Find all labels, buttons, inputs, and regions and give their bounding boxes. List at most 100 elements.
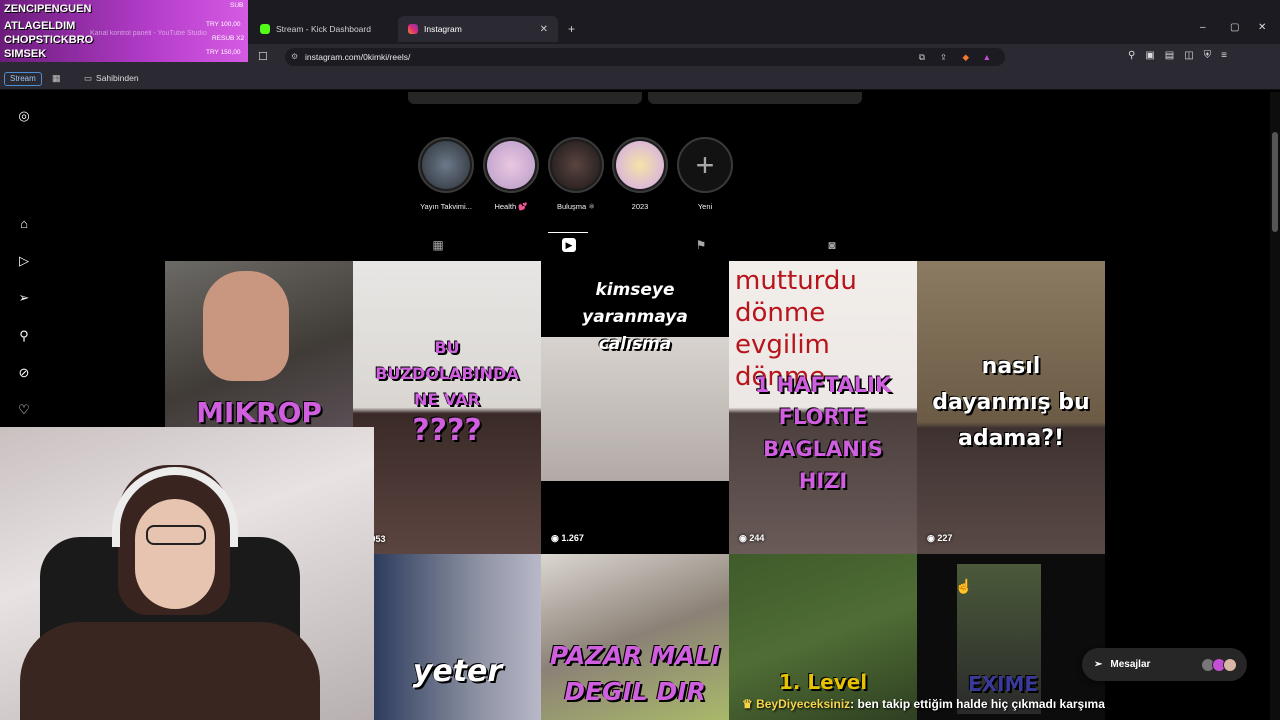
reel-subcaption: ???? bbox=[412, 413, 482, 448]
crown-icon: ♛ bbox=[742, 697, 757, 711]
toolbar-icons[interactable]: ⚲▣▤◫⛨≡ bbox=[1128, 50, 1237, 61]
open-external-icon[interactable]: ⧉ bbox=[919, 48, 925, 66]
highlight-cover bbox=[487, 141, 535, 189]
overlay-faint-text: Kanal kontrol paneli - YouTube Studio bbox=[90, 30, 207, 37]
tab-tagged-icon[interactable]: ◙ bbox=[825, 238, 839, 252]
tab-saved-icon[interactable]: ⚑ bbox=[694, 238, 708, 252]
reel-tile[interactable]: kimseye yaranmaya calısma ◉ 1.267 bbox=[541, 261, 729, 554]
tab-kick-dashboard[interactable]: Stream - Kick Dashboard bbox=[250, 16, 398, 42]
overlay-name: SIMSEK bbox=[4, 48, 47, 60]
tab-label: Stream - Kick Dashboard bbox=[276, 24, 371, 34]
messages-icon[interactable]: ➢ bbox=[16, 290, 32, 306]
plus-icon: + bbox=[695, 146, 715, 183]
explore-icon[interactable]: ⊘ bbox=[16, 365, 32, 381]
highlight-item[interactable]: Health 💕 bbox=[483, 137, 539, 211]
home-icon[interactable]: ⌂ bbox=[16, 216, 32, 232]
reel-views: ◉ 1.267 bbox=[551, 533, 584, 544]
overlay-name: CHOPSTICKBRO bbox=[4, 34, 94, 46]
bookmark-stream[interactable]: Stream bbox=[4, 72, 42, 86]
tab-instagram[interactable]: Instagram ✕ bbox=[398, 16, 558, 42]
share-icon[interactable]: ⇪ bbox=[940, 48, 947, 66]
chat-text: : ben takip ettiğim halde hiç çıkmadı ka… bbox=[850, 697, 1105, 711]
reel-tile[interactable]: nasıl dayanmış bu adama?! ◉ 227 bbox=[917, 261, 1105, 554]
sweater bbox=[20, 622, 320, 720]
apps-grid-icon[interactable]: ▦ bbox=[52, 73, 61, 84]
reel-views: ◉ 227 bbox=[927, 533, 952, 544]
overlay-label: RESUB X2 bbox=[212, 35, 245, 42]
highlight-label: Yeni bbox=[697, 202, 713, 211]
reel-caption: BU BUZDOLABINDA NE VAR bbox=[375, 338, 519, 409]
reel-tile[interactable]: PAZAR MALI DEGIL DIR bbox=[541, 554, 729, 720]
bookmark-icon[interactable]: ☐ bbox=[258, 50, 268, 63]
reel-caption: 1. Level bbox=[778, 670, 868, 694]
reel-tile[interactable]: 1. Level bbox=[729, 554, 917, 720]
reel-caption: PAZAR MALI DEGIL DIR bbox=[549, 641, 721, 706]
highlight-item[interactable]: 2023 bbox=[612, 137, 668, 211]
bookmarks-bar bbox=[0, 68, 1280, 90]
play-count-icon: ◉ bbox=[551, 533, 562, 543]
play-count-icon: ◉ bbox=[739, 533, 750, 543]
instagram-logo-icon[interactable]: ◎ bbox=[16, 108, 32, 124]
reel-tile[interactable]: yeter bbox=[374, 554, 541, 720]
tab-reels-icon[interactable]: ▶ bbox=[562, 238, 576, 252]
edit-profile-button[interactable] bbox=[408, 92, 642, 104]
overlay-name: ZENCIPENGUEN bbox=[4, 3, 92, 15]
minimize-icon[interactable]: – bbox=[1200, 22, 1206, 33]
reel-caption: kimseye yaranmaya calısma bbox=[582, 280, 688, 354]
highlight-label: Yayın Takvimi... bbox=[420, 202, 472, 211]
reel-caption: MIKROP bbox=[196, 396, 322, 427]
new-tab-button[interactable]: + bbox=[564, 16, 584, 42]
reel-caption: 1 HAFTALIK FLORTE BAGLANIS HIZI bbox=[754, 373, 892, 493]
reels-icon[interactable]: ▷ bbox=[16, 253, 32, 269]
overlay-name: ATLAGELDIM bbox=[4, 20, 76, 32]
play-count-icon: ◉ bbox=[927, 533, 938, 543]
highlight-label: Buluşma ⚛ bbox=[557, 202, 595, 211]
url-text: instagram.com/0kimki/reels/ bbox=[305, 52, 411, 62]
overlay-label: SUB bbox=[230, 2, 244, 9]
highlight-cover bbox=[422, 141, 470, 189]
messages-label: Mesajlar bbox=[1110, 659, 1151, 670]
folder-icon: ▭ bbox=[84, 73, 93, 83]
site-info-icon[interactable]: ⚙ bbox=[291, 48, 298, 66]
rewards-icon[interactable]: ▲ bbox=[983, 48, 991, 66]
search-icon[interactable]: ⚲ bbox=[16, 328, 32, 344]
chat-username: BeyDiyeceksiniz bbox=[756, 697, 851, 711]
folder-label: Sahibinden bbox=[96, 73, 139, 83]
stream-chat-message: ♛ BeyDiyeceksiniz: ben takip ettiğim hal… bbox=[742, 697, 1105, 711]
instagram-favicon-icon bbox=[408, 24, 418, 34]
reel-tile[interactable]: EXIME ☝ bbox=[917, 554, 1105, 720]
close-window-icon[interactable]: ✕ bbox=[1258, 22, 1266, 33]
reel-tile[interactable]: mutturdu dönme evgilim dönme 1 HAFTALIK … bbox=[729, 261, 917, 554]
reel-views: ◉ 244 bbox=[739, 533, 764, 544]
bookmark-folder-sahibinden[interactable]: ▭ Sahibinden bbox=[84, 73, 139, 84]
reel-view-count: 244 bbox=[749, 533, 765, 543]
reel-tile[interactable]: MIKROP bbox=[165, 261, 353, 427]
new-highlight-button[interactable]: + Yeni bbox=[677, 137, 733, 211]
message-avatars bbox=[1201, 657, 1237, 672]
view-archive-button[interactable] bbox=[648, 92, 862, 104]
reel-view-count: 1.267 bbox=[561, 533, 584, 543]
reel-caption: nasıl dayanmış bu adama?! bbox=[932, 354, 1090, 451]
send-message-icon: ➢ bbox=[1094, 659, 1103, 670]
reel-tile[interactable]: BU BUZDOLABINDA NE VAR ???? 1.953 bbox=[353, 261, 541, 554]
highlight-label: 2023 bbox=[631, 202, 649, 211]
scrollbar-thumb[interactable] bbox=[1272, 132, 1278, 232]
messages-button[interactable]: ➢ Mesajlar bbox=[1082, 648, 1247, 681]
highlight-item[interactable]: Buluşma ⚛ bbox=[548, 137, 604, 211]
reel-caption: yeter bbox=[412, 654, 503, 689]
highlight-item[interactable]: Yayın Takvimi... bbox=[418, 137, 474, 211]
page-scrollbar[interactable] bbox=[1270, 92, 1280, 720]
highlight-cover bbox=[552, 141, 600, 189]
tab-posts-grid-icon[interactable]: ▦ bbox=[431, 238, 445, 252]
reel-view-count: 227 bbox=[937, 533, 953, 543]
close-tab-icon[interactable]: ✕ bbox=[540, 24, 548, 35]
notifications-heart-icon[interactable]: ♡ bbox=[16, 402, 32, 418]
avatar bbox=[1223, 657, 1237, 672]
tab-label: Instagram bbox=[424, 24, 462, 34]
maximize-icon[interactable]: ▢ bbox=[1230, 22, 1239, 33]
active-tab-indicator bbox=[548, 232, 588, 233]
brave-shield-icon[interactable]: ◆ bbox=[962, 48, 969, 66]
instagram-sidebar: ◎ ⌂ ▷ ➢ ⚲ ⊘ ♡ bbox=[0, 92, 48, 432]
url-field[interactable]: ⚙ instagram.com/0kimki/reels/ ⧉ ⇪ ◆ ▲ bbox=[285, 48, 1005, 66]
reel-person bbox=[203, 271, 289, 381]
